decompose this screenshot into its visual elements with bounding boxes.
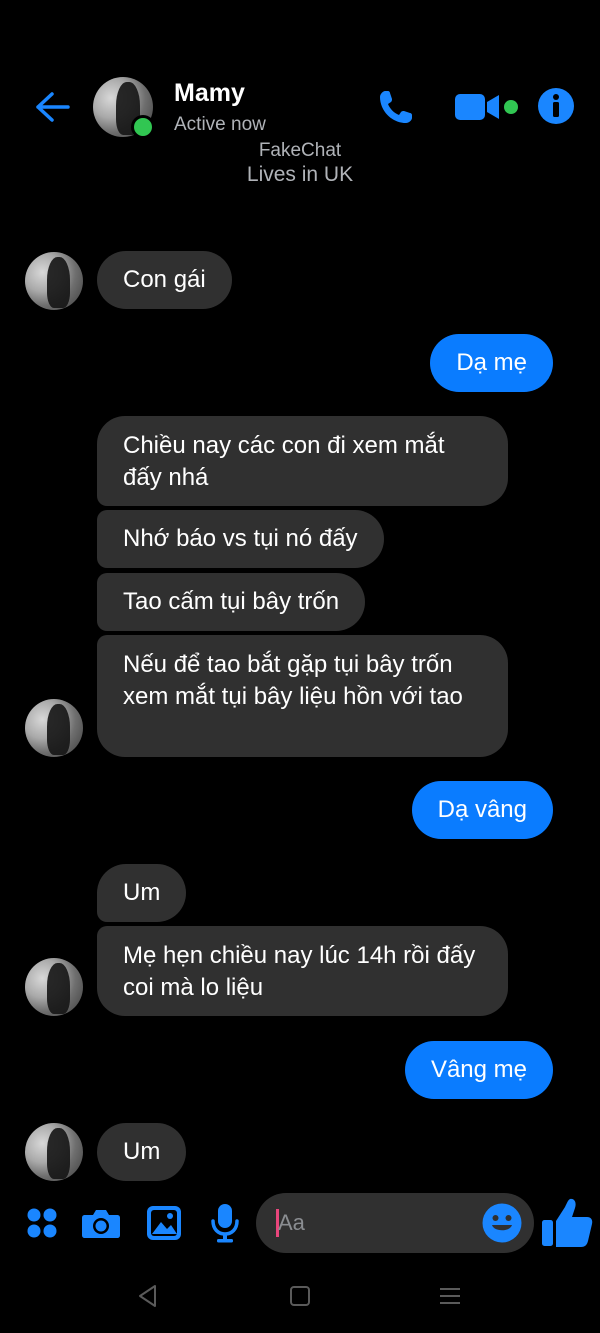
avatar-image [25, 252, 83, 310]
message-bubble-incoming[interactable]: Um [97, 864, 187, 922]
profile-location: Lives in UK [246, 163, 354, 186]
like-button[interactable] [540, 1196, 594, 1250]
more-actions-button[interactable] [22, 1200, 62, 1246]
back-button[interactable] [30, 88, 74, 126]
message-bubble-incoming[interactable]: Nhớ báo vs tụi nó đấy [97, 510, 384, 568]
contact-name[interactable]: Mamy [174, 79, 245, 108]
info-icon [538, 88, 574, 124]
avatar-image [25, 1123, 83, 1181]
emoji-button[interactable] [482, 1203, 522, 1243]
camera-icon [82, 1210, 120, 1238]
message-bubble-outgoing[interactable]: Dạ mẹ [430, 334, 553, 392]
message-bubble-incoming[interactable]: Mẹ hẹn chiều nay lúc 14h rồi đấy coi mà … [97, 926, 508, 1016]
message-input[interactable]: Aa [256, 1193, 534, 1253]
microphone-icon [211, 1204, 239, 1243]
message-avatar [25, 958, 83, 1016]
system-back-button[interactable] [132, 1282, 164, 1310]
message-bubble-incoming[interactable]: Nếu để tao bắt gặp tụi bây trốn xem mắt … [97, 635, 508, 757]
profile-subtitle: FakeChat [258, 140, 342, 161]
nav-back-icon [139, 1285, 156, 1307]
phone-icon [380, 91, 412, 123]
message-bubble-outgoing[interactable]: Vâng mẹ [404, 1041, 553, 1099]
system-home-button[interactable] [284, 1282, 316, 1310]
voice-call-button[interactable] [374, 86, 418, 128]
video-camera-icon [455, 94, 518, 120]
contact-status: Active now [174, 114, 266, 135]
menu-grid-icon [27, 1208, 57, 1238]
thumbs-up-icon [542, 1198, 593, 1247]
message-input-placeholder: Aa [278, 1210, 305, 1235]
avatar-image [25, 699, 83, 757]
system-recents-button[interactable] [434, 1282, 466, 1310]
message-avatar [25, 1123, 83, 1181]
contact-avatar[interactable] [93, 77, 155, 139]
message-avatar [25, 699, 83, 757]
avatar-image [25, 958, 83, 1016]
message-avatar [25, 252, 83, 310]
message-bubble-incoming[interactable]: Chiều nay các con đi xem mắt đấy nhá [97, 416, 508, 506]
back-arrow-icon [36, 92, 70, 122]
nav-home-icon [290, 1286, 310, 1306]
nav-recents-icon [440, 1288, 460, 1304]
message-bubble-incoming[interactable]: Um [97, 1123, 187, 1181]
message-bubble-incoming[interactable]: Con gái [97, 251, 232, 309]
voice-message-button[interactable] [208, 1200, 242, 1246]
gallery-icon [147, 1206, 181, 1240]
info-button[interactable] [536, 86, 576, 126]
message-bubble-outgoing[interactable]: Dạ vâng [411, 781, 553, 839]
camera-button[interactable] [80, 1200, 122, 1246]
video-call-button[interactable] [452, 86, 522, 128]
emoji-icon [482, 1203, 522, 1243]
gallery-button[interactable] [144, 1200, 184, 1246]
message-bubble-incoming[interactable]: Tao cấm tụi bây trốn [97, 573, 366, 631]
online-status-dot [131, 115, 155, 139]
